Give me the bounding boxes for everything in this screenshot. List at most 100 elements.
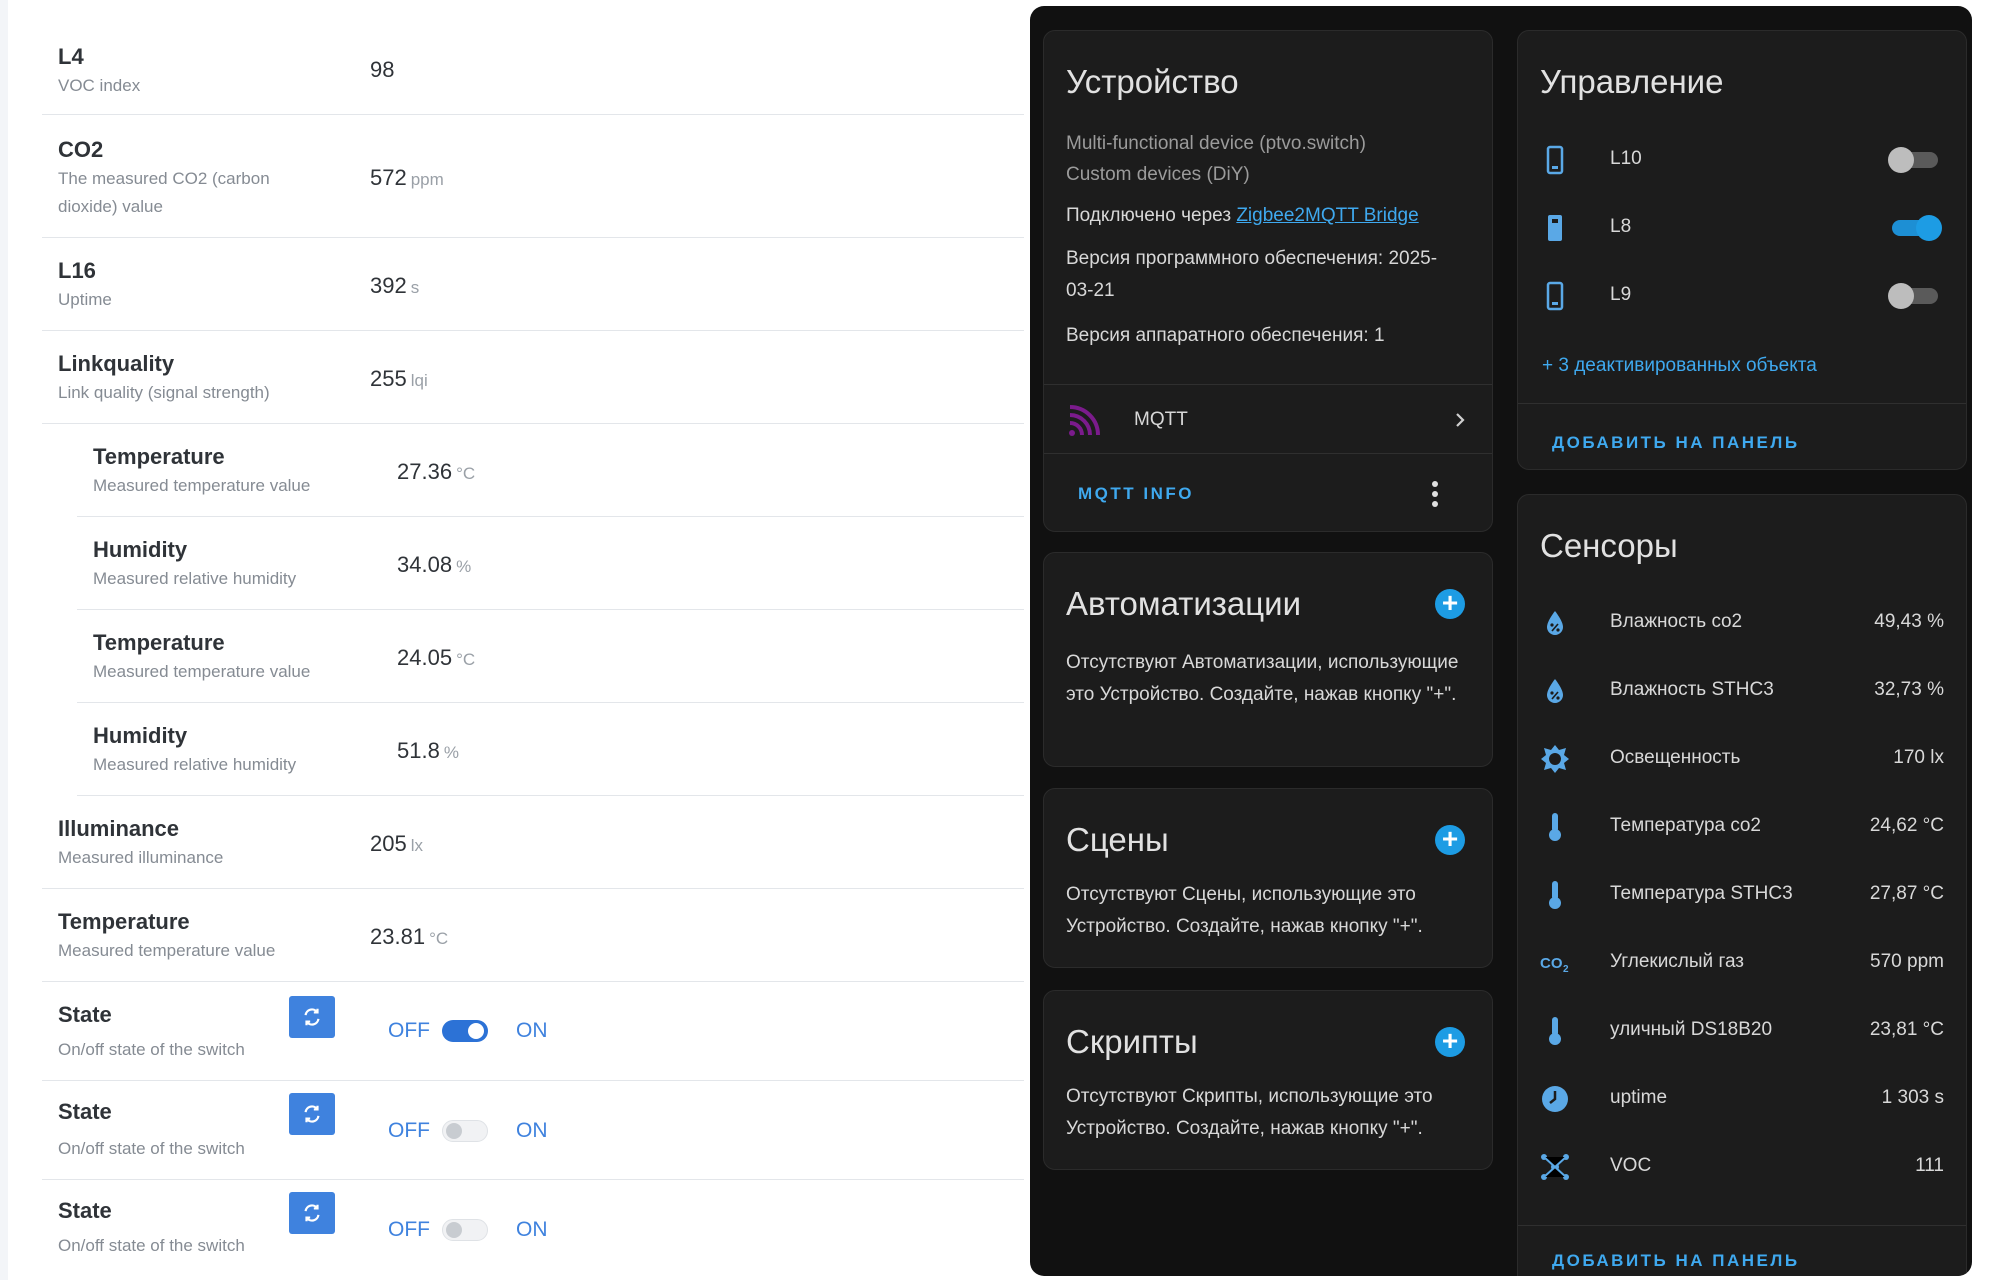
- controls-card: Управление L10 L8 L9 + 3 деактивированны…: [1517, 30, 1967, 470]
- control-row-l8[interactable]: L8: [1518, 194, 1966, 262]
- refresh-icon: [304, 1204, 320, 1222]
- bridge-link[interactable]: Zigbee2MQTT Bridge: [1236, 205, 1418, 226]
- add-automation-button[interactable]: +: [1435, 589, 1465, 619]
- switch-on-label[interactable]: ON: [516, 1218, 548, 1242]
- expose-description: Measured temperature value: [58, 941, 276, 960]
- value-unit: °C: [456, 650, 476, 669]
- expose-description: VOC index: [58, 76, 141, 95]
- sensor-row[interactable]: VOC 111: [1518, 1133, 1966, 1201]
- switch-row: State On/off state of the switch OFF ON: [42, 1081, 1024, 1180]
- sensor-row[interactable]: Температура co2 24,62 °C: [1518, 793, 1966, 861]
- value-number: 205: [370, 831, 407, 856]
- expose-name: Temperature: [93, 630, 225, 655]
- refresh-button[interactable]: [289, 996, 335, 1038]
- switch-off-label[interactable]: OFF: [388, 1019, 430, 1043]
- value-number: 255: [370, 366, 407, 391]
- expose-row: Temperature Measured temperature value 2…: [42, 889, 1024, 982]
- card-title: Управление: [1540, 63, 1724, 100]
- mqtt-info-button[interactable]: MQTT INFO: [1078, 484, 1194, 504]
- value-unit: lx: [410, 836, 423, 855]
- control-toggle[interactable]: [1888, 283, 1938, 309]
- sensor-name: Влажность STHC3: [1610, 679, 1774, 700]
- card-title: Сцены: [1066, 821, 1169, 858]
- sensor-row[interactable]: Температура STHC3 27,87 °C: [1518, 861, 1966, 929]
- expose-description: Measured illuminance: [58, 848, 224, 867]
- expose-description: Measured temperature value: [93, 476, 311, 495]
- refresh-button[interactable]: [289, 1093, 335, 1135]
- sensor-row[interactable]: Освещенность 170 lx: [1518, 725, 1966, 793]
- expose-description: Uptime: [58, 290, 112, 309]
- control-name: L8: [1610, 216, 1632, 237]
- state-toggle[interactable]: [442, 1219, 488, 1241]
- value-unit: %: [456, 557, 472, 576]
- more-vert-icon[interactable]: [1430, 480, 1440, 508]
- sensor-row[interactable]: uptime 1 303 s: [1518, 1065, 1966, 1133]
- switch-off-label[interactable]: OFF: [388, 1218, 430, 1242]
- control-toggle[interactable]: [1888, 147, 1938, 173]
- sensor-row[interactable]: уличный DS18B20 23,81 °C: [1518, 997, 1966, 1065]
- add-to-dashboard-button[interactable]: ДОБАВИТЬ НА ПАНЕЛЬ: [1552, 1251, 1800, 1271]
- control-toggle[interactable]: [1892, 215, 1942, 241]
- sensor-row[interactable]: CO 2 Углекислый газ 570 ppm: [1518, 929, 1966, 997]
- disabled-entities-link[interactable]: + 3 деактивированных объекта: [1542, 355, 1817, 377]
- switch-device-icon: [1540, 281, 1570, 311]
- expose-row: Humidity Measured relative humidity 34.0…: [77, 517, 1024, 610]
- value-number: 23.81: [370, 924, 426, 949]
- expose-row: Linkquality Link quality (signal strengt…: [42, 331, 1024, 424]
- expose-value: 255 lqi: [370, 366, 428, 392]
- toggle-knob: [1916, 215, 1942, 241]
- add-scene-button[interactable]: +: [1435, 825, 1465, 855]
- svg-text:2: 2: [1563, 964, 1569, 974]
- co2-icon: CO 2: [1540, 948, 1570, 978]
- thermometer-icon: [1540, 812, 1570, 842]
- integration-name: MQTT: [1134, 409, 1188, 430]
- panel-edge: [0, 0, 8, 1280]
- expose-name: State: [58, 1099, 112, 1124]
- sensor-value: 23,81 °C: [1869, 1019, 1944, 1040]
- value-number: 51.8: [397, 738, 440, 763]
- control-row-l9[interactable]: L9: [1518, 262, 1966, 330]
- chevron-right-icon: [1456, 413, 1465, 427]
- firmware-version: Версия программного обеспечения: 2025- 03…: [1066, 243, 1486, 307]
- hardware-version: Версия аппаратного обеспечения: 1: [1066, 325, 1385, 346]
- sensor-name: VOC: [1610, 1155, 1652, 1176]
- expose-value: 98: [370, 57, 398, 83]
- expose-value: 51.8%: [397, 738, 459, 764]
- exposes-panel: L4 VOC index 98 CO2 The measured CO2 (ca…: [0, 0, 1030, 1280]
- refresh-button[interactable]: [289, 1192, 335, 1234]
- switch-off-label[interactable]: OFF: [388, 1119, 430, 1143]
- control-name: L10: [1610, 148, 1642, 169]
- value-unit: %: [443, 743, 459, 762]
- card-title: Скрипты: [1066, 1023, 1198, 1060]
- sensor-row[interactable]: Влажность co2 49,43 %: [1518, 589, 1966, 657]
- switch-on-label[interactable]: ON: [516, 1019, 548, 1043]
- firmware-line-1: Версия программного обеспечения: 2025-: [1066, 248, 1438, 269]
- control-row-l10[interactable]: L10: [1518, 126, 1966, 194]
- expose-description: On/off state of the switch: [58, 1139, 245, 1158]
- sensor-row[interactable]: Влажность STHC3 32,73 %: [1518, 657, 1966, 725]
- add-script-button[interactable]: +: [1435, 1027, 1465, 1057]
- expose-value: 34.08%: [397, 552, 471, 578]
- card-title: Сенсоры: [1540, 527, 1678, 564]
- expose-value: 205 lx: [370, 831, 423, 857]
- switch-device-icon: [1540, 213, 1570, 243]
- expose-value: 24.05 °C: [397, 645, 475, 671]
- state-toggle[interactable]: [442, 1020, 488, 1042]
- plus-icon: +: [1441, 587, 1459, 618]
- switch-device-icon: [1540, 145, 1570, 175]
- brightness-icon: [1540, 744, 1570, 774]
- switch-on-label[interactable]: ON: [516, 1119, 548, 1143]
- automations-card: Автоматизации + Отсутствуют Автоматизаци…: [1043, 552, 1493, 767]
- plus-icon: +: [1441, 1025, 1459, 1056]
- add-to-dashboard-button[interactable]: ДОБАВИТЬ НА ПАНЕЛЬ: [1552, 433, 1800, 453]
- integration-row[interactable]: MQTT: [1044, 385, 1492, 453]
- card-title: Устройство: [1066, 63, 1239, 100]
- expose-name: Humidity: [93, 537, 188, 562]
- switch-row: State On/off state of the switch OFF ON: [42, 982, 1024, 1081]
- sensor-value: 32,73 %: [1874, 679, 1944, 700]
- state-toggle[interactable]: [442, 1120, 488, 1142]
- expose-row: Illuminance Measured illuminance 205 lx: [42, 796, 1024, 889]
- thermometer-icon: [1540, 1016, 1570, 1046]
- divider: [1518, 1225, 1966, 1226]
- expose-name: State: [58, 1002, 112, 1027]
